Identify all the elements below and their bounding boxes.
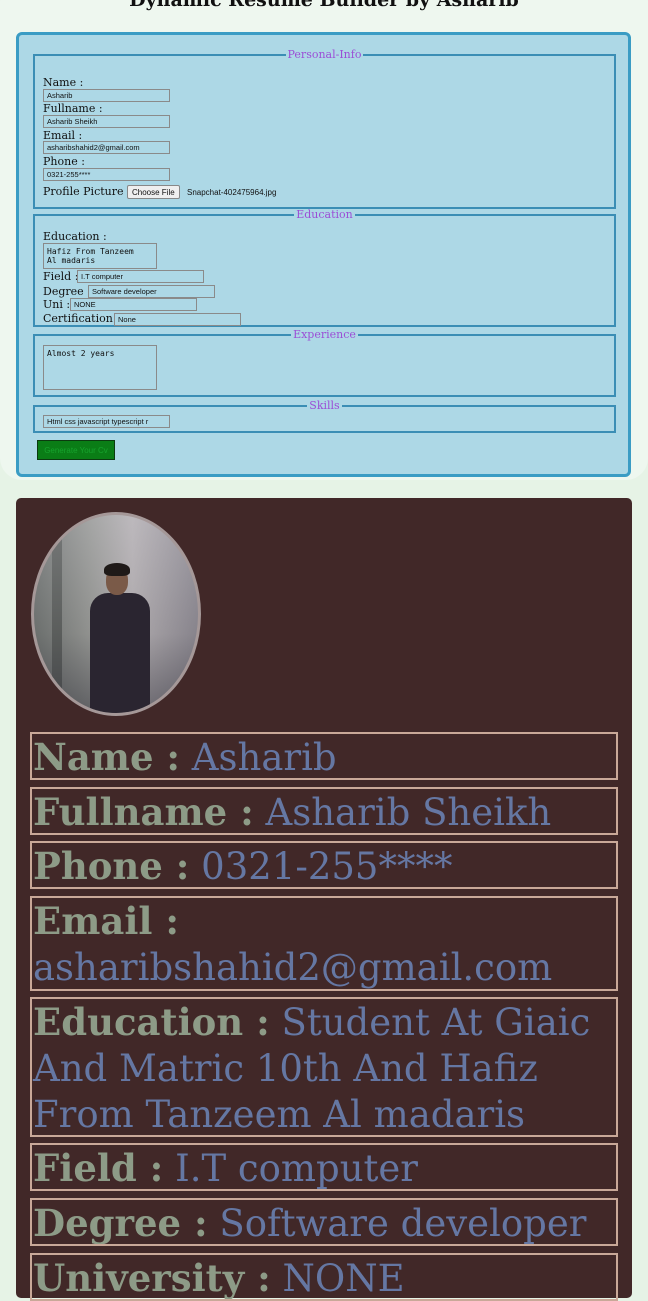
selected-file-name: Snapchat-402475964.jpg <box>187 188 277 197</box>
resume-name-value: Asharib <box>191 736 337 779</box>
resume-field-row: Field : I.T computer <box>30 1143 618 1191</box>
resume-fullname-value: Asharib Sheikh <box>265 791 552 834</box>
education-legend: Education <box>296 208 353 221</box>
experience-textarea[interactable]: Almost 2 years <box>43 345 157 390</box>
resume-preview: Name : Asharib Fullname : Asharib Sheikh… <box>16 498 632 1301</box>
resume-phone-value: 0321-255**** <box>201 845 453 888</box>
resume-degree-value: Software developer <box>219 1202 587 1245</box>
page-title: Dynamic Resume Builder by Asharib <box>129 0 519 11</box>
choose-file-button[interactable]: Choose File <box>127 185 180 199</box>
skills-legend: Skills <box>309 399 340 412</box>
resume-education-label: Education : <box>33 1000 270 1044</box>
resume-education-row: Education : Student At Giaic And Matric … <box>30 997 618 1137</box>
resume-fullname-row: Fullname : Asharib Sheikh <box>30 787 618 835</box>
skills-input[interactable]: Html css javascript typescript r <box>43 415 170 428</box>
fullname-input[interactable]: Asharib Sheikh <box>43 115 170 128</box>
education-textarea[interactable]: Hafiz From Tanzeem Al madaris <box>43 243 157 269</box>
resume-phone-label: Phone : <box>33 844 190 888</box>
fullname-label: Fullname : <box>43 102 103 115</box>
resume-form: Personal-Info Name : Asharib Fullname : … <box>16 32 631 477</box>
certification-label: Certification : <box>43 312 121 325</box>
education-label: Education : <box>43 230 107 243</box>
uni-label: Uni : <box>43 298 71 311</box>
email-input[interactable]: asharibshahid2@gmail.com <box>43 141 170 154</box>
personal-info-fieldset: Personal-Info Name : Asharib Fullname : … <box>33 49 616 209</box>
degree-label: Degree : <box>43 285 91 298</box>
field-input[interactable]: I.T computer <box>77 270 204 283</box>
resume-email-label: Email : <box>33 899 179 943</box>
skills-fieldset: Skills Html css javascript typescript r <box>33 400 616 433</box>
phone-label: Phone : <box>43 155 85 168</box>
resume-email-value: asharibshahid2@gmail.com <box>33 946 553 989</box>
resume-university-value: NONE <box>282 1257 405 1300</box>
experience-legend: Experience <box>293 328 356 341</box>
certification-input[interactable]: None <box>114 313 241 326</box>
resume-university-row: University : NONE <box>30 1253 618 1301</box>
experience-fieldset: Experience Almost 2 years <box>33 329 616 397</box>
resume-field-value: I.T computer <box>175 1147 418 1190</box>
profile-photo <box>31 512 201 716</box>
resume-phone-row: Phone : 0321-255**** <box>30 841 618 889</box>
generate-cv-button[interactable]: Generate Your Cv <box>37 440 115 460</box>
resume-degree-row: Degree : Software developer <box>30 1198 618 1246</box>
education-fieldset: Education Education : Hafiz From Tanzeem… <box>33 209 616 327</box>
name-input[interactable]: Asharib <box>43 89 170 102</box>
resume-field-label: Field : <box>33 1146 164 1190</box>
uni-input[interactable]: NONE <box>70 298 197 311</box>
resume-email-row: Email : asharibshahid2@gmail.com <box>30 896 618 991</box>
degree-input[interactable]: Software developer <box>88 285 215 298</box>
profile-picture-label: Profile Picture : <box>43 185 131 198</box>
personal-info-legend: Personal-Info <box>287 48 362 61</box>
resume-fullname-label: Fullname : <box>33 790 254 834</box>
phone-input[interactable]: 0321-255**** <box>43 168 170 181</box>
resume-name-row: Name : Asharib <box>30 732 618 780</box>
resume-degree-label: Degree : <box>33 1201 208 1245</box>
field-label: Field : <box>43 270 79 283</box>
resume-name-label: Name : <box>33 735 181 779</box>
resume-university-label: University : <box>33 1256 271 1300</box>
name-label: Name : <box>43 76 84 89</box>
